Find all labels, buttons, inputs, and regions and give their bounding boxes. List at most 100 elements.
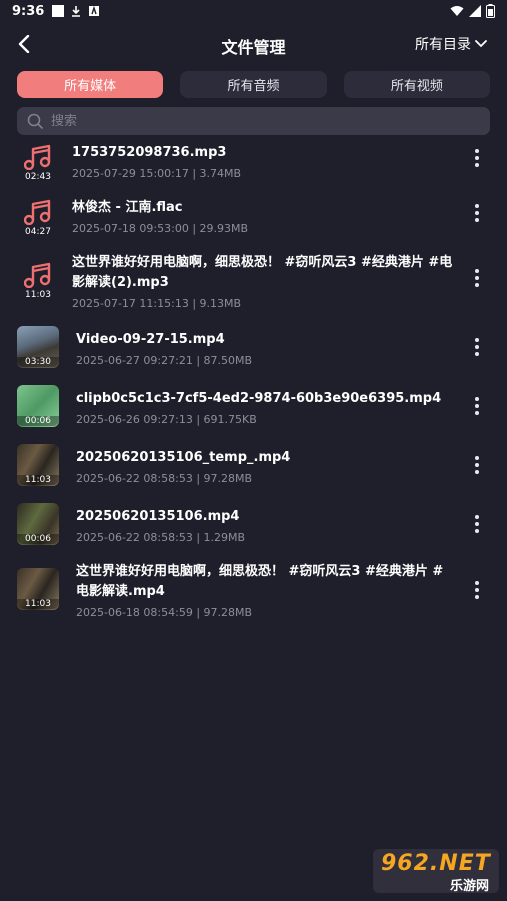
back-button[interactable] — [12, 31, 36, 57]
download-icon — [72, 6, 81, 17]
file-meta: 2025-06-27 09:27:21 | 87.50MB — [76, 354, 253, 367]
list-item[interactable]: 11:03 20250620135106_temp_.mp4 2025-06-2… — [0, 444, 507, 503]
file-meta: 2025-06-22 08:58:53 | 97.28MB — [76, 472, 253, 485]
header: 文件管理 所有目录 — [0, 22, 507, 66]
duration-label: 04:27 — [25, 227, 51, 237]
file-name-line-1: 这世界谁好好用电脑啊，细思极恐！ #窃听风云3 #经典港片 # — [76, 564, 444, 579]
file-meta: 2025-06-18 08:54:59 | 97.28MB — [76, 606, 253, 619]
chevron-left-icon — [18, 35, 30, 53]
file-name-line-2: 电影解读.mp4 — [76, 584, 165, 599]
dot-icon — [475, 529, 479, 533]
list-item[interactable]: 02:43 1753752098736.mp3 2025-07-29 15:00… — [0, 141, 507, 196]
more-options-button[interactable] — [467, 578, 487, 602]
file-meta: 2025-06-26 09:27:13 | 691.75KB — [76, 413, 257, 426]
list-item[interactable]: 00:06 clipb0c5c1c3-7cf5-4ed2-9874-60b3e9… — [0, 385, 507, 444]
search-icon — [27, 113, 43, 129]
signal-icon — [469, 5, 481, 17]
watermark-logo: 962.NET 乐游网 — [373, 849, 499, 894]
tab-all-audio[interactable]: 所有音频 — [180, 71, 327, 98]
duration-label: 02:43 — [25, 172, 51, 182]
status-bar: 9:36 — [0, 0, 507, 22]
dot-icon — [475, 276, 479, 280]
dot-icon — [475, 581, 479, 585]
dot-icon — [475, 411, 479, 415]
music-note-icon — [24, 262, 51, 288]
more-options-button[interactable] — [467, 394, 487, 418]
file-info: 这世界谁好好用电脑啊，细思极恐！ #窃听风云3 #经典港片 # 电影解读.mp4… — [76, 562, 461, 619]
status-time: 9:36 — [12, 3, 45, 19]
file-info: 林俊杰 - 江南.flac 2025-07-18 09:53:00 | 29.9… — [72, 198, 461, 235]
file-name: 1753752098736.mp3 — [72, 145, 227, 160]
dot-icon — [475, 218, 479, 222]
more-options-button[interactable] — [467, 512, 487, 536]
more-options-button[interactable] — [467, 453, 487, 477]
search-bar — [17, 107, 490, 135]
list-item[interactable]: 00:06 20250620135106.mp4 2025-06-22 08:5… — [0, 503, 507, 562]
audio-thumbnail: 11:03 — [17, 251, 59, 326]
video-thumbnail: 03:30 — [17, 326, 59, 385]
directory-dropdown[interactable]: 所有目录 — [415, 34, 487, 54]
file-name: Video-09-27-15.mp4 — [76, 332, 225, 347]
tab-all-video[interactable]: 所有视频 — [343, 71, 490, 98]
audio-thumbnail: 02:43 — [17, 141, 59, 196]
list-item[interactable]: 04:27 林俊杰 - 江南.flac 2025-07-18 09:53:00 … — [0, 196, 507, 251]
music-note-icon — [24, 199, 51, 225]
dot-icon — [475, 345, 479, 349]
wifi-icon — [450, 6, 464, 16]
file-info: 1753752098736.mp3 2025-07-29 15:00:17 | … — [72, 143, 461, 180]
dot-icon — [475, 463, 479, 467]
list-item[interactable]: 11:03 这世界谁好好用电脑啊，细思极恐！ #窃听风云3 #经典港片 # 电影… — [0, 562, 507, 640]
tab-all-media[interactable]: 所有媒体 — [17, 71, 164, 98]
file-name: 20250620135106.mp4 — [76, 509, 240, 524]
file-meta: 2025-07-17 11:15:13 | 9.13MB — [72, 297, 242, 310]
file-name-line-1: 这世界谁好好用电脑啊，细思极恐！ #窃听风云3 #经典港片 #电 — [72, 255, 453, 270]
battery-icon — [486, 4, 495, 18]
directory-label: 所有目录 — [415, 37, 471, 53]
dot-icon — [475, 456, 479, 460]
audio-thumbnail: 04:27 — [17, 196, 59, 251]
more-options-button[interactable] — [467, 201, 487, 225]
app-notification-icon — [89, 5, 100, 16]
dot-icon — [475, 515, 479, 519]
notification-icon — [52, 5, 65, 17]
file-name: clipb0c5c1c3-7cf5-4ed2-9874-60b3e90e6395… — [76, 391, 442, 406]
search-input[interactable] — [49, 112, 453, 130]
dot-icon — [475, 163, 479, 167]
duration-label: 03:30 — [17, 357, 59, 367]
duration-label: 00:06 — [17, 534, 59, 544]
filter-tabs: 所有媒体 所有音频 所有视频 — [0, 71, 507, 98]
watermark-brand: 962.NET — [381, 851, 491, 876]
video-thumbnail: 00:06 — [17, 385, 59, 444]
dot-icon — [475, 397, 479, 401]
file-info: 20250620135106_temp_.mp4 2025-06-22 08:5… — [76, 448, 461, 485]
dot-icon — [475, 204, 479, 208]
file-meta: 2025-07-29 15:00:17 | 3.74MB — [72, 167, 242, 180]
list-item[interactable]: 11:03 这世界谁好好用电脑啊，细思极恐！ #窃听风云3 #经典港片 #电 影… — [0, 251, 507, 326]
file-name: 林俊杰 - 江南.flac — [72, 200, 183, 215]
file-info: Video-09-27-15.mp4 2025-06-27 09:27:21 |… — [76, 330, 461, 367]
dot-icon — [475, 588, 479, 592]
file-name-line-2: 影解读(2).mp3 — [72, 275, 169, 290]
file-meta: 2025-06-22 08:58:53 | 1.29MB — [76, 531, 246, 544]
file-name: 20250620135106_temp_.mp4 — [76, 450, 291, 465]
dot-icon — [475, 470, 479, 474]
video-thumbnail: 11:03 — [17, 562, 59, 640]
dot-icon — [475, 522, 479, 526]
duration-label: 11:03 — [25, 290, 51, 300]
file-info: 这世界谁好好用电脑啊，细思极恐！ #窃听风云3 #经典港片 #电 影解读(2).… — [72, 253, 461, 310]
dot-icon — [475, 156, 479, 160]
more-options-button[interactable] — [467, 266, 487, 290]
file-meta: 2025-07-18 09:53:00 | 29.93MB — [72, 222, 249, 235]
dot-icon — [475, 211, 479, 215]
dot-icon — [475, 338, 479, 342]
more-options-button[interactable] — [467, 335, 487, 359]
dot-icon — [475, 352, 479, 356]
dot-icon — [475, 283, 479, 287]
dot-icon — [475, 404, 479, 408]
more-options-button[interactable] — [467, 146, 487, 170]
list-item[interactable]: 03:30 Video-09-27-15.mp4 2025-06-27 09:2… — [0, 326, 507, 385]
video-thumbnail: 11:03 — [17, 444, 59, 503]
duration-label: 11:03 — [17, 599, 59, 609]
dot-icon — [475, 149, 479, 153]
watermark-sub: 乐游网 — [449, 879, 489, 894]
